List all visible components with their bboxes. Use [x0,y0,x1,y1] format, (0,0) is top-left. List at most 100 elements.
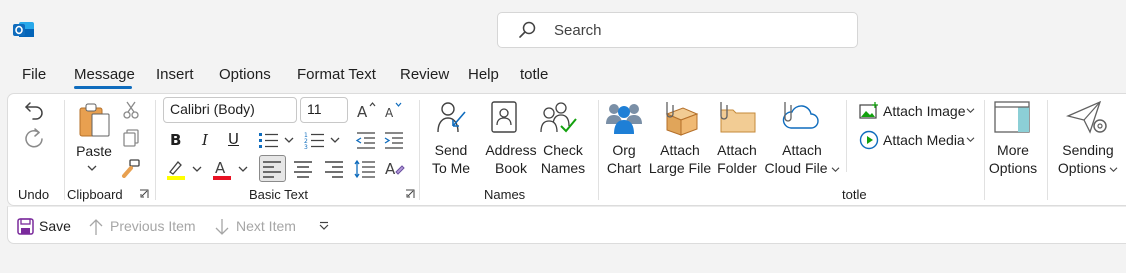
undo-group-label: Undo [18,187,50,202]
ribbon: Undo Paste Clipboard Calibri (Body) 11 A… [7,93,1126,206]
font-name-value: Calibri (Body) [170,101,255,117]
previous-item-button[interactable]: Previous Item [110,218,196,234]
tab-file[interactable]: File [22,66,46,83]
attach-large-file-label: Attach Large File [648,142,712,176]
tab-review[interactable]: Review [400,66,449,83]
sending-options-label: Sending Options [1055,141,1121,177]
more-options-label: More Options [988,142,1038,176]
chevron-down-icon[interactable] [966,136,975,143]
address-book-label: Address Book [485,142,537,176]
org-chart-icon[interactable] [605,100,643,136]
svg-text:A: A [215,159,226,177]
more-options-icon[interactable] [993,100,1031,134]
group-divider [64,100,65,200]
active-tab-indicator [74,86,132,89]
redo-icon[interactable] [24,128,46,150]
chevron-down-icon[interactable] [192,165,202,173]
dialog-launcher-icon[interactable] [139,189,149,199]
increase-indent-icon[interactable] [383,131,405,149]
media-icon[interactable] [859,130,879,150]
tab-options[interactable]: Options [219,66,271,83]
chevron-down-icon[interactable] [284,136,294,144]
svg-text:3: 3 [304,144,308,149]
arrow-down-icon[interactable] [215,218,229,236]
arrow-up-icon[interactable] [89,218,103,236]
chevron-down-icon[interactable] [966,107,975,114]
quick-access-toolbar: Save Previous Item Next Item [7,206,1126,244]
highlight-icon[interactable] [165,158,187,180]
save-button[interactable]: Save [39,218,71,234]
bold-icon[interactable]: B [170,131,181,149]
chevron-down-icon[interactable] [1109,166,1118,173]
chevron-down-icon[interactable] [330,136,340,144]
group-divider [1047,100,1048,200]
align-left-icon[interactable] [262,160,282,178]
save-icon[interactable] [17,218,34,235]
svg-text:A: A [385,106,394,120]
attach-folder-label: Attach Folder [717,142,757,176]
image-icon[interactable] [859,102,879,120]
address-book-icon[interactable] [490,100,518,134]
tab-message[interactable]: Message [74,66,135,83]
underline-icon[interactable]: U [228,130,239,148]
chevron-down-icon[interactable] [238,165,248,173]
attach-cloud-file-label: Attach Cloud File [764,141,840,177]
group-divider [419,100,420,200]
undo-icon[interactable] [24,100,46,120]
font-name-box[interactable]: Calibri (Body) [163,97,297,123]
clipboard-group-label: Clipboard [67,187,123,202]
dialog-launcher-icon[interactable] [405,189,415,199]
line-spacing-icon[interactable] [354,158,376,180]
shrink-font-icon[interactable]: A [383,100,403,120]
tab-totle[interactable]: totle [520,66,548,83]
search-box[interactable]: Search [497,12,858,48]
attach-folder-icon[interactable] [717,100,757,134]
chevron-down-icon[interactable] [831,166,840,173]
send-to-me-label: Send To Me [431,142,471,176]
group-divider [846,100,847,172]
basic-text-group-label: Basic Text [249,187,309,202]
font-size-value: 11 [307,101,322,117]
customize-toolbar-icon[interactable] [318,221,330,231]
font-size-box[interactable]: 11 [300,97,348,123]
attach-image-label[interactable]: Attach Image [883,103,966,119]
numbering-icon[interactable]: 123 [304,131,326,149]
font-color-icon[interactable]: A [211,158,233,180]
ribbon-tabs: File Message Insert Options Format Text … [0,62,1126,90]
group-divider [984,100,985,200]
tab-insert[interactable]: Insert [156,66,194,83]
search-icon [519,21,536,38]
bullets-icon[interactable] [258,131,280,149]
next-item-button[interactable]: Next Item [236,218,296,234]
decrease-indent-icon[interactable] [355,131,377,149]
copy-icon[interactable] [122,129,140,147]
check-names-icon[interactable] [539,100,577,134]
totle-group-label: totle [842,187,867,202]
paste-label: Paste [76,143,112,159]
align-center-icon[interactable] [293,160,313,178]
cut-icon[interactable] [122,101,140,119]
attach-large-file-icon[interactable] [659,100,701,136]
tab-help[interactable]: Help [468,66,499,83]
group-divider [598,100,599,200]
title-bar: Search [0,0,1126,58]
org-chart-label: Org Chart [606,142,642,176]
styles-icon[interactable]: A [383,158,405,180]
tab-format-text[interactable]: Format Text [297,66,376,83]
names-group-label: Names [484,187,526,202]
attach-cloud-file-icon[interactable] [779,100,823,134]
align-right-icon[interactable] [324,160,344,178]
italic-icon[interactable]: I [202,131,208,149]
check-names-label: Check Names [540,142,586,176]
grow-font-icon[interactable]: A [356,100,376,120]
svg-text:A: A [385,160,396,178]
chevron-down-icon[interactable] [87,164,97,172]
format-painter-icon[interactable] [121,158,141,178]
group-divider [155,100,156,200]
outlook-logo-icon [13,22,34,37]
send-to-me-icon[interactable] [435,100,467,134]
attach-media-label[interactable]: Attach Media [883,132,965,148]
search-placeholder: Search [554,22,602,39]
paste-icon[interactable] [76,102,112,138]
sending-options-icon[interactable] [1066,98,1108,136]
